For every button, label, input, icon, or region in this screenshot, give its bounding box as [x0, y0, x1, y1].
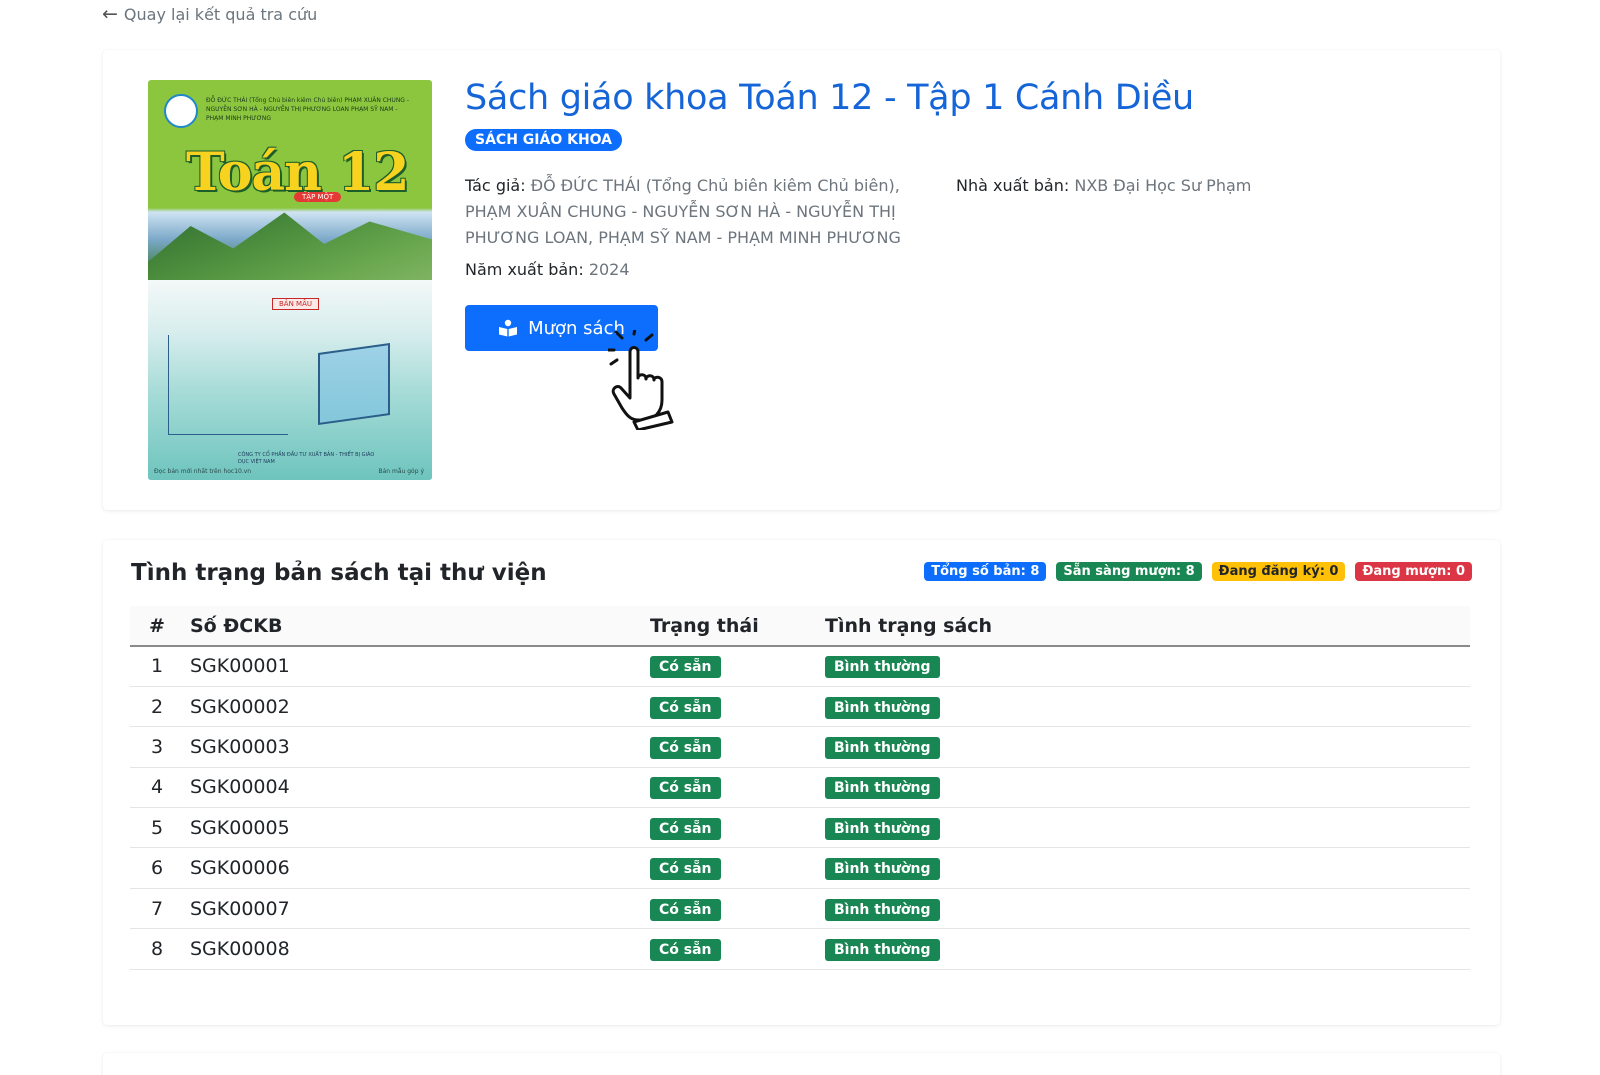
book-year: Năm xuất bản: 2024 — [465, 260, 630, 279]
condition-badge: Bình thường — [825, 858, 940, 881]
header-state: Trạng thái — [644, 606, 819, 647]
row-index: 8 — [130, 928, 184, 970]
ready-copies-badge: Sẵn sàng mượn: 8 — [1056, 562, 1202, 581]
back-link[interactable]: ← Quay lại kết quả tra cứu — [102, 3, 318, 25]
table-header-row: # Số ĐCKB Trạng thái Tình trạng sách — [130, 606, 1470, 647]
back-link-label: Quay lại kết quả tra cứu — [123, 5, 318, 24]
condition-badge: Bình thường — [825, 898, 940, 921]
row-index: 4 — [130, 767, 184, 809]
state-badge: Có sẵn — [650, 656, 721, 679]
copy-status-card: Tình trạng bản sách tại thư viện Tổng số… — [103, 540, 1500, 1025]
header-index: # — [130, 606, 184, 647]
state-badge: Có sẵn — [650, 938, 721, 961]
table-row: 5 SGK00005 Có sẵn Bình thường — [130, 807, 1470, 849]
status-section-title: Tình trạng bản sách tại thư viện — [131, 560, 547, 586]
cover-footer-right: Bản mẫu góp ý — [378, 468, 424, 475]
row-code: SGK00002 — [184, 686, 644, 728]
state-badge: Có sẵn — [650, 777, 721, 800]
row-code: SGK00003 — [184, 726, 644, 768]
publisher-label: Nhà xuất bản: — [956, 176, 1070, 195]
cover-authors: ĐỖ ĐỨC THÁI (Tổng Chủ biên kiêm Chủ biên… — [206, 97, 410, 122]
cover-footer-left: Đọc bản mới nhất trên hoc10.vn — [154, 468, 252, 475]
year-label: Năm xuất bản: — [465, 260, 584, 279]
row-code: SGK00006 — [184, 847, 644, 889]
row-code: SGK00004 — [184, 767, 644, 809]
next-section-card — [103, 1053, 1500, 1075]
table-row: 7 SGK00007 Có sẵn Bình thường — [130, 888, 1470, 930]
total-copies-badge: Tổng số bản: 8 — [924, 562, 1047, 581]
row-index: 3 — [130, 726, 184, 768]
condition-badge: Bình thường — [825, 817, 940, 840]
year-value: 2024 — [588, 260, 630, 279]
row-index: 2 — [130, 686, 184, 728]
state-badge: Có sẵn — [650, 817, 721, 840]
state-badge: Có sẵn — [650, 898, 721, 921]
hand-pointer-icon — [608, 330, 674, 430]
table-row: 2 SGK00002 Có sẵn Bình thường — [130, 686, 1470, 728]
row-index: 1 — [130, 646, 184, 687]
header-code: Số ĐCKB — [184, 606, 644, 647]
table-row: 6 SGK00006 Có sẵn Bình thường — [130, 847, 1470, 889]
copy-counts: Tổng số bản: 8 Sẵn sàng mượn: 8 Đang đăn… — [924, 562, 1472, 581]
state-badge: Có sẵn — [650, 696, 721, 719]
row-index: 7 — [130, 888, 184, 930]
condition-badge: Bình thường — [825, 696, 940, 719]
header-condition: Tình trạng sách — [819, 606, 1470, 647]
cover-cube — [318, 342, 390, 426]
borrowed-copies-badge: Đang mượn: 0 — [1355, 562, 1472, 581]
condition-badge: Bình thường — [825, 736, 940, 759]
publisher-value: NXB Đại Học Sư Phạm — [1074, 176, 1252, 195]
state-badge: Có sẵn — [650, 858, 721, 881]
cover-publisher: CÔNG TY CỔ PHẦN ĐẦU TƯ XUẤT BẢN - THIẾT … — [238, 452, 375, 465]
book-authors: Tác giả: ĐỖ ĐỨC THÁI (Tổng Chủ biên kiêm… — [465, 173, 935, 251]
cover-graph — [168, 335, 288, 435]
book-detail-card: ĐỖ ĐỨC THÁI (Tổng Chủ biên kiêm Chủ biên… — [103, 50, 1500, 510]
cover-volume: TẬP MỘT — [294, 192, 342, 202]
row-index: 6 — [130, 847, 184, 889]
table-row: 3 SGK00003 Có sẵn Bình thường — [130, 726, 1470, 768]
row-code: SGK00001 — [184, 646, 644, 687]
copies-table: # Số ĐCKB Trạng thái Tình trạng sách 1 S… — [130, 606, 1470, 970]
authors-label: Tác giả: — [465, 176, 526, 195]
state-badge: Có sẵn — [650, 736, 721, 759]
table-row: 1 SGK00001 Có sẵn Bình thường — [130, 646, 1470, 687]
book-title: Sách giáo khoa Toán 12 - Tập 1 Cánh Diều — [465, 78, 1194, 118]
row-code: SGK00007 — [184, 888, 644, 930]
book-open-icon — [499, 319, 518, 337]
condition-badge: Bình thường — [825, 938, 940, 961]
table-row: 4 SGK00004 Có sẵn Bình thường — [130, 767, 1470, 809]
arrow-left-icon: ← — [102, 3, 118, 25]
condition-badge: Bình thường — [825, 777, 940, 800]
authors-value: ĐỖ ĐỨC THÁI (Tổng Chủ biên kiêm Chủ biên… — [465, 176, 901, 247]
registered-copies-badge: Đang đăng ký: 0 — [1211, 562, 1346, 581]
book-cover-image: ĐỖ ĐỨC THÁI (Tổng Chủ biên kiêm Chủ biên… — [148, 80, 432, 480]
condition-badge: Bình thường — [825, 656, 940, 679]
table-row: 8 SGK00008 Có sẵn Bình thường — [130, 928, 1470, 970]
book-publisher: Nhà xuất bản: NXB Đại Học Sư Phạm — [956, 173, 1396, 199]
book-type-badge: SÁCH GIÁO KHOA — [465, 129, 623, 151]
row-code: SGK00005 — [184, 807, 644, 849]
row-index: 5 — [130, 807, 184, 849]
row-code: SGK00008 — [184, 928, 644, 970]
cover-badge: BẢN MẪU — [272, 298, 320, 310]
publisher-logo-icon — [164, 94, 198, 128]
